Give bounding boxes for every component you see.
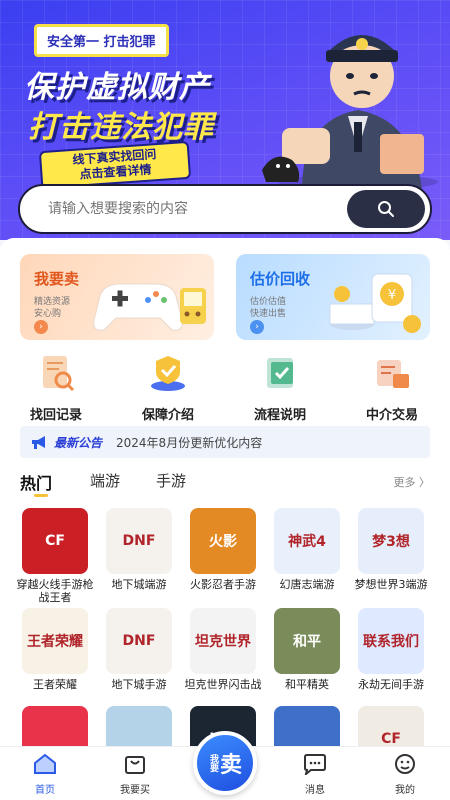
profile-face-icon — [395, 754, 415, 774]
sell-fab-button[interactable]: 我要 卖 — [193, 731, 257, 795]
sell-card-sub2: 安心购 — [34, 309, 62, 319]
game-thumbnail: DNF — [106, 508, 172, 574]
quick-link-process[interactable]: 流程说明 — [224, 352, 336, 423]
tab-mine-label: 我的 — [395, 785, 415, 796]
game-thumbnail: 神武4 — [274, 508, 340, 574]
tab-messages[interactable]: 消息 — [285, 753, 345, 796]
tab-buy-label: 我要买 — [120, 785, 150, 796]
quick-link-escrow[interactable]: 中介交易 — [336, 352, 448, 423]
game-name: 地下城端游 — [111, 578, 167, 591]
game-thumbnail: 联系我们 — [358, 608, 424, 674]
document-search-icon — [43, 356, 75, 392]
search-input[interactable] — [48, 201, 347, 217]
game-thumbnail: DNF — [106, 608, 172, 674]
game-thumbnail: CF — [22, 508, 88, 574]
announcement-bar[interactable]: 最新公告 2024年8月份更新优化内容 — [20, 426, 430, 458]
tab-messages-label: 消息 — [305, 785, 325, 796]
flow-checklist-icon — [267, 358, 293, 388]
game-item[interactable]: 梦3想梦想世界3端游 — [348, 508, 434, 591]
game-item[interactable]: 火影 火影忍者手游 — [180, 508, 266, 591]
game-item[interactable]: 坦克世界坦克世界闪击战 — [180, 608, 266, 691]
game-item[interactable]: 联系我们永劫无间手游 — [348, 608, 434, 691]
chat-bubble-icon — [304, 754, 326, 777]
recycle-card[interactable]: 估价回收 估价估值 快速出售 › ¥ — [236, 254, 430, 340]
game-item[interactable]: DNF 地下城手游 — [96, 608, 182, 691]
tab-hot[interactable]: 热门 — [20, 470, 52, 494]
recycle-card-title: 估价回收 — [250, 270, 311, 288]
quick-link-recovery-record[interactable]: 找回记录 — [0, 352, 112, 423]
shopping-bag-icon — [125, 756, 145, 774]
tab-mine[interactable]: 我的 — [375, 753, 435, 796]
announcement-text: 2024年8月份更新优化内容 — [116, 435, 263, 450]
quick-link-label: 找回记录 — [29, 408, 82, 423]
svg-text:¥: ¥ — [388, 288, 396, 303]
megaphone-icon — [32, 436, 45, 449]
banner-title-protect: 保护虚拟财产 — [24, 70, 210, 105]
tab-home[interactable]: 首页 — [15, 753, 75, 796]
arrow-right-icon: › — [34, 320, 48, 334]
quick-link-label: 流程说明 — [253, 408, 306, 423]
game-name: 梦想世界3端游 — [354, 578, 428, 591]
quick-link-label: 保障介绍 — [141, 408, 194, 423]
more-link[interactable]: 更多 〉 — [394, 474, 431, 490]
game-item[interactable]: 王者荣耀 王者荣耀 — [12, 608, 98, 691]
game-thumbnail: 和平 — [274, 608, 340, 674]
game-name: 永劫无间手游 — [358, 678, 424, 691]
game-name: 火影忍者手游 — [190, 578, 256, 591]
sell-fab-label: 卖 — [219, 753, 242, 778]
game-name: 幻唐志端游 — [279, 578, 335, 591]
bottom-tab-bar: 首页 我要买 我要 卖 消息 我的 — [0, 731, 450, 800]
quick-link-label: 中介交易 — [365, 408, 418, 423]
main-content: 我要卖 精选资源 安心购 › 估价回收 估价估值 快速出售 › ¥ 找回记录 保… — [0, 238, 450, 772]
active-tab-indicator — [34, 494, 48, 497]
coins-money-icon: ¥ — [329, 273, 421, 333]
game-thumbnail: 梦3想 — [358, 508, 424, 574]
announcement-tag: 最新公告 — [54, 435, 103, 450]
handshake-trade-icon — [377, 360, 409, 388]
search-icon — [378, 201, 394, 217]
game-name: 穿越火线手游枪战王者 — [16, 578, 94, 604]
game-item[interactable]: 和平 和平精英 — [264, 608, 350, 691]
category-tabs: 热门 端游 手游 更多 〉 — [20, 468, 430, 498]
police-officer-illustration — [262, 35, 438, 190]
shield-icon — [151, 356, 185, 391]
tab-mobile-games[interactable]: 手游 — [156, 470, 186, 491]
gamepad-icon — [93, 283, 206, 331]
search-bar — [18, 184, 432, 234]
quick-link-guarantee[interactable]: 保障介绍 — [112, 352, 224, 423]
tab-home-label: 首页 — [35, 785, 55, 796]
game-thumbnail: 王者荣耀 — [22, 608, 88, 674]
game-thumbnail: 火影 — [190, 508, 256, 574]
game-name: 王者荣耀 — [33, 678, 77, 691]
tab-pc-games[interactable]: 端游 — [90, 470, 120, 491]
recycle-card-sub2: 快速出售 — [250, 309, 287, 319]
search-button[interactable] — [347, 190, 425, 228]
game-item[interactable]: 神武4 幻唐志端游 — [264, 508, 350, 591]
sell-card-title: 我要卖 — [34, 270, 80, 288]
game-name: 地下城手游 — [111, 678, 167, 691]
banner-title-crime: 打击违法犯罪 — [28, 110, 214, 145]
game-thumbnail: 坦克世界 — [190, 608, 256, 674]
arrow-right-icon: › — [250, 320, 264, 334]
game-name: 和平精英 — [285, 678, 329, 691]
banner-safety-tag: 安全第一 打击犯罪 — [34, 24, 169, 57]
home-icon — [34, 753, 56, 774]
game-item[interactable]: CF 穿越火线手游枪战王者 — [12, 508, 98, 604]
tab-buy[interactable]: 我要买 — [105, 753, 165, 796]
game-name: 坦克世界闪击战 — [184, 678, 262, 691]
game-item[interactable]: DNF 地下城端游 — [96, 508, 182, 591]
sell-card[interactable]: 我要卖 精选资源 安心购 › — [20, 254, 214, 340]
sell-fab-small: 我要 — [207, 754, 218, 772]
